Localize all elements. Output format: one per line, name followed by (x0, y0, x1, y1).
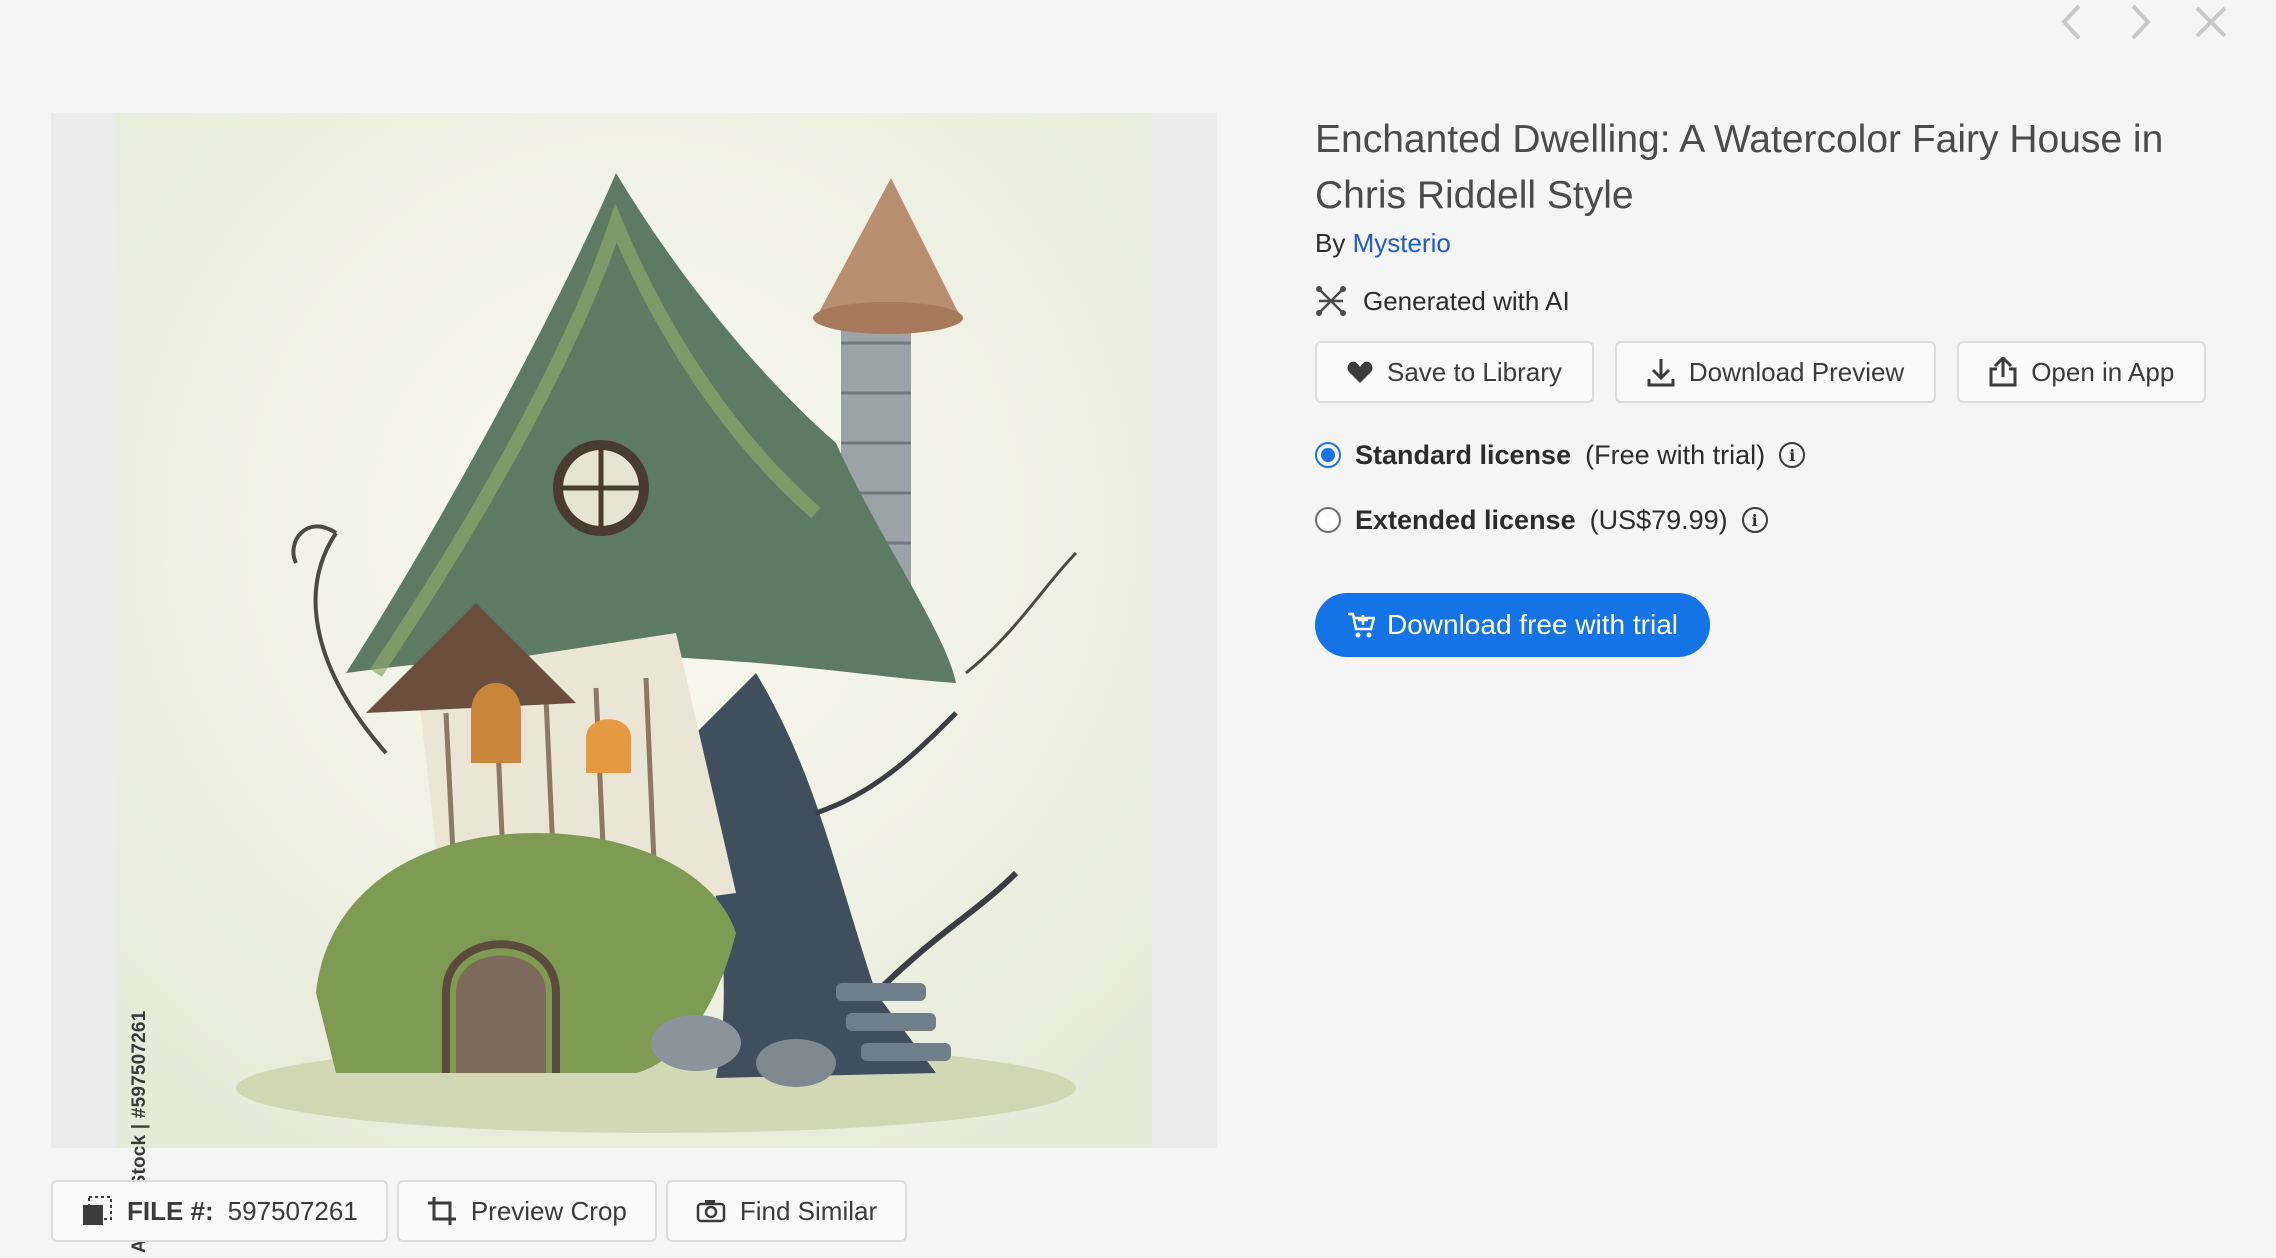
preview-crop-label: Preview Crop (470, 1195, 627, 1226)
file-label: FILE #: (127, 1195, 214, 1226)
file-number: 597507261 (227, 1195, 358, 1226)
share-icon (1989, 357, 2017, 387)
license-price: (Free with trial) (1585, 439, 1766, 470)
chevron-left-icon (2061, 4, 2081, 40)
copy-icon (83, 1196, 112, 1225)
info-icon[interactable]: i (1779, 442, 1806, 468)
download-icon (1647, 359, 1675, 387)
license-option-standard[interactable]: Standard license (Free with trial) i (1315, 435, 2215, 475)
illustration-svg (116, 113, 1152, 1148)
camera-icon (696, 1200, 726, 1223)
license-option-extended[interactable]: Extended license (US$79.99) i (1315, 500, 2215, 540)
cart-icon (1348, 612, 1375, 638)
heart-icon (1347, 361, 1373, 383)
ai-generated-icon (1316, 286, 1346, 316)
asset-actions: Save to Library Download Preview Open in… (1315, 341, 2215, 403)
save-to-library-button[interactable]: Save to Library (1315, 341, 1594, 403)
find-similar-button[interactable]: Find Similar (665, 1180, 908, 1242)
byline: By Mysterio (1315, 228, 2215, 259)
cta-label: Download free with trial (1387, 609, 1679, 640)
close-button[interactable] (2194, 2, 2228, 42)
author-link[interactable]: Mysterio (1353, 228, 1451, 258)
asset-title: Enchanted Dwelling: A Watercolor Fairy H… (1315, 118, 2164, 217)
next-button[interactable] (2124, 2, 2158, 42)
crop-icon (427, 1197, 456, 1225)
license-name: Extended license (1355, 504, 1576, 535)
file-number-button[interactable]: FILE #: 597507261 (51, 1180, 388, 1242)
ai-badge: Generated with AI (1315, 285, 2215, 317)
previous-button[interactable] (2054, 2, 2088, 42)
find-similar-label: Find Similar (739, 1195, 878, 1226)
download-preview-button[interactable]: Download Preview (1614, 341, 1937, 403)
license-price: (US$79.99) (1589, 504, 1728, 535)
open-in-app-button[interactable]: Open in App (1957, 341, 2207, 403)
ai-label: Generated with AI (1363, 285, 1570, 316)
license-name: Standard license (1355, 439, 1572, 470)
standard-license-radio[interactable] (1315, 442, 1341, 468)
close-icon (2195, 6, 2227, 38)
fairy-house-illustration (116, 113, 1152, 1148)
license-options: Standard license (Free with trial) i Ext… (1315, 435, 2215, 540)
image-preview[interactable]: Adobe Stock | #597507261 (51, 113, 1217, 1253)
download-free-with-trial-button[interactable]: Download free with trial (1315, 593, 1711, 657)
save-label: Save to Library (1387, 356, 1562, 387)
download-preview-label: Download Preview (1688, 356, 1905, 387)
image-toolbar: FILE #: 597507261 Preview Crop Find Simi… (51, 1180, 908, 1242)
viewer-nav (2054, 0, 2228, 44)
asset-details: Enchanted Dwelling: A Watercolor Fairy H… (1315, 112, 2215, 657)
open-in-app-label: Open in App (2031, 356, 2175, 387)
preview-crop-button[interactable]: Preview Crop (396, 1180, 657, 1242)
info-icon[interactable]: i (1741, 507, 1768, 533)
chevron-right-icon (2131, 4, 2151, 40)
extended-license-radio[interactable] (1315, 507, 1341, 533)
by-prefix: By (1315, 228, 1346, 258)
